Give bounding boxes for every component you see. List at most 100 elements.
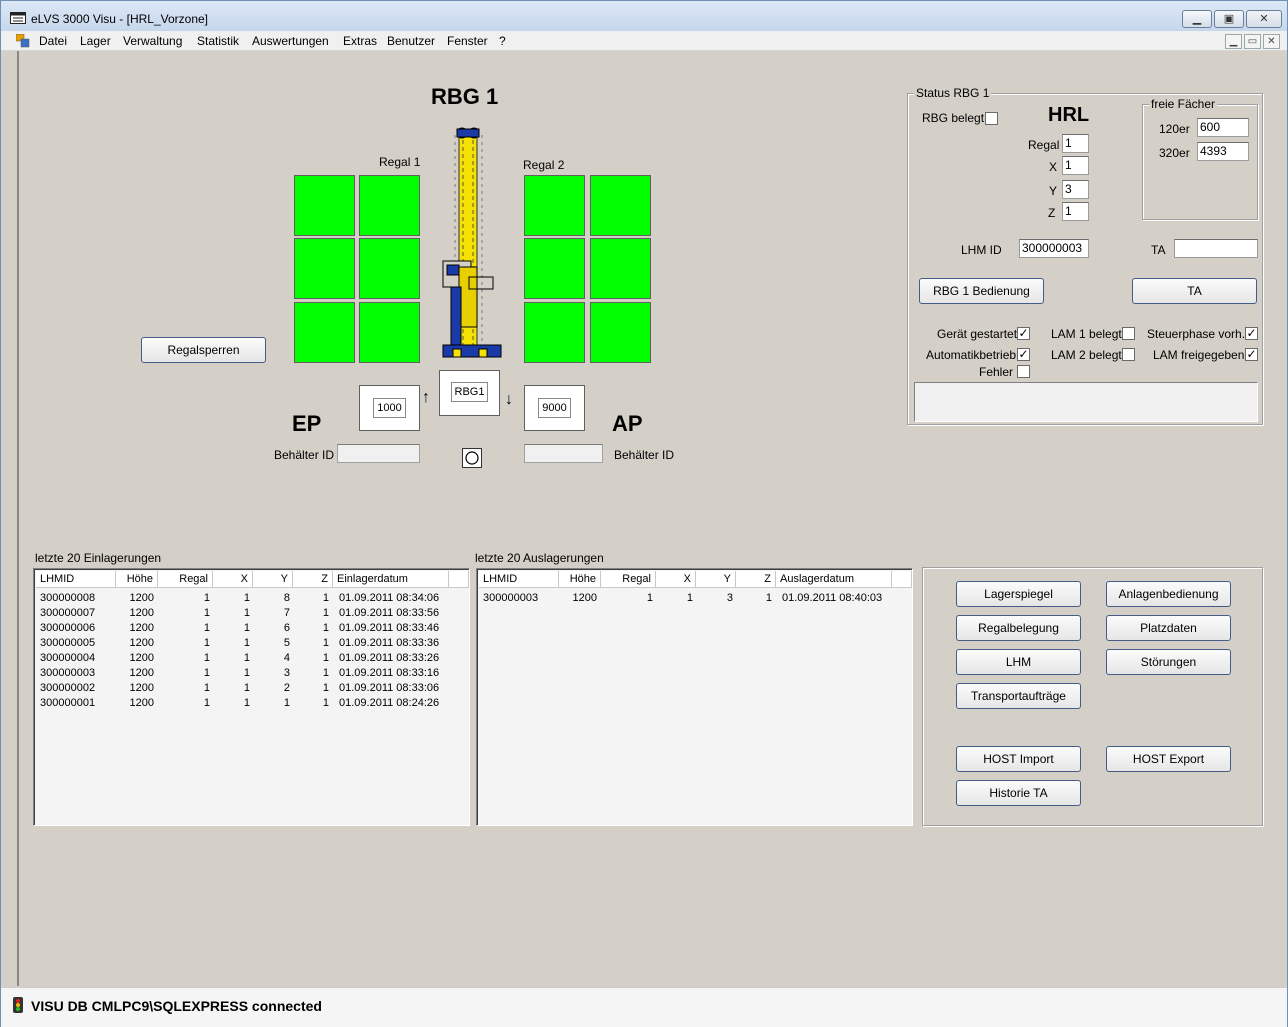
menu-datei[interactable]: Datei — [39, 34, 67, 48]
menu-lager[interactable]: Lager — [80, 34, 111, 48]
table-cell: 300000004 — [40, 652, 96, 664]
table-row[interactable]: 300000005 1200 1 1 5 1 01.09.2011 08:33:36 — [34, 636, 469, 651]
column-header[interactable]: Auslagerdatum — [776, 571, 892, 588]
table-row[interactable]: 300000001 1200 1 1 1 1 01.09.2011 08:24:26 — [34, 696, 469, 711]
menu-verwaltung[interactable]: Verwaltung — [123, 34, 182, 48]
maximize-button[interactable]: ▣ — [1214, 10, 1244, 28]
table-cell: 1200 — [129, 622, 154, 634]
column-header[interactable]: Regal — [601, 571, 656, 588]
column-header[interactable]: Y — [253, 571, 293, 588]
table-cell: 1 — [243, 697, 250, 709]
regal2-label: Regal 2 — [523, 158, 565, 172]
behaelter-id-left-field[interactable] — [337, 444, 420, 463]
fehler-checkbox[interactable] — [1017, 365, 1030, 378]
regal2-cell[interactable] — [524, 238, 585, 299]
table-row[interactable]: 300000002 1200 1 1 2 1 01.09.2011 08:33:06 — [34, 681, 469, 696]
regalbelegung-button[interactable]: Regalbelegung — [956, 615, 1081, 641]
lam1-checkbox[interactable] — [1122, 327, 1135, 340]
column-header[interactable]: X — [656, 571, 696, 588]
column-header[interactable]: Z — [293, 571, 333, 588]
column-header[interactable]: X — [213, 571, 253, 588]
mdi-close-button[interactable]: ✕ — [1263, 34, 1280, 49]
regal1-cell[interactable] — [294, 175, 355, 236]
regal2-cell[interactable] — [590, 175, 651, 236]
mdi-restore-button[interactable]: ▭ — [1244, 34, 1261, 49]
menu-help[interactable]: ? — [499, 34, 506, 48]
table-row[interactable]: 300000007 1200 1 1 7 1 01.09.2011 08:33:56 — [34, 606, 469, 621]
rbg-belegt-checkbox[interactable] — [985, 112, 998, 125]
regal1-cell[interactable] — [294, 238, 355, 299]
column-header[interactable]: LHMID — [36, 571, 116, 588]
table-row[interactable]: 300000004 1200 1 1 4 1 01.09.2011 08:33:26 — [34, 651, 469, 666]
column-header[interactable]: Höhe — [559, 571, 601, 588]
x-field[interactable]: 1 — [1062, 156, 1089, 175]
menu-auswertungen[interactable]: Auswertungen — [252, 34, 329, 48]
regal1-cell[interactable] — [359, 302, 420, 363]
table-cell: 1 — [203, 697, 210, 709]
table-cell: 4 — [283, 652, 290, 664]
steuerphase-checkbox[interactable]: ✓ — [1245, 327, 1258, 340]
lam2-checkbox[interactable] — [1122, 348, 1135, 361]
regal1-cell[interactable] — [359, 238, 420, 299]
status-indicator[interactable] — [462, 448, 482, 468]
lhm-id-field[interactable]: 300000003 — [1019, 239, 1089, 258]
column-header[interactable]: Höhe — [116, 571, 158, 588]
regal2-cell[interactable] — [524, 175, 585, 236]
column-header[interactable]: Einlagerdatum — [333, 571, 449, 588]
lam2-label: LAM 2 belegt — [1051, 348, 1122, 362]
hrl-title: HRL — [1048, 104, 1090, 126]
platzdaten-button[interactable]: Platzdaten — [1106, 615, 1231, 641]
minimize-button[interactable]: ▁ — [1182, 10, 1212, 28]
rbg-bedienung-button[interactable]: RBG 1 Bedienung — [919, 278, 1044, 304]
f320-field[interactable]: 4393 — [1197, 142, 1249, 161]
menu-extras[interactable]: Extras — [343, 34, 377, 48]
regal2-cell[interactable] — [524, 302, 585, 363]
geraet-gestartet-checkbox[interactable]: ✓ — [1017, 327, 1030, 340]
table-row[interactable]: 300000003 1200 1 1 3 1 01.09.2011 08:40:03 — [477, 591, 912, 606]
table-cell: 1 — [203, 652, 210, 664]
title-bar: eLVS 3000 Visu - [HRL_Vorzone] ▁ ▣ ✕ — [1, 1, 1287, 31]
close-window-button[interactable]: ✕ — [1246, 10, 1282, 28]
column-header[interactable]: Regal — [158, 571, 213, 588]
y-label: Y — [1049, 184, 1058, 198]
arrow-up-icon: ↑ — [422, 389, 430, 406]
app-icon — [10, 12, 26, 24]
column-header[interactable]: Z — [736, 571, 776, 588]
automatikbetrieb-checkbox[interactable]: ✓ — [1017, 348, 1030, 361]
regal1-cell[interactable] — [294, 302, 355, 363]
stoerungen-button[interactable]: Störungen — [1106, 649, 1231, 675]
regalsperren-button[interactable]: Regalsperren — [141, 337, 266, 363]
historie-ta-button[interactable]: Historie TA — [956, 780, 1081, 806]
table-row[interactable]: 300000006 1200 1 1 6 1 01.09.2011 08:33:46 — [34, 621, 469, 636]
regal1-cell[interactable] — [359, 175, 420, 236]
host-export-button[interactable]: HOST Export — [1106, 746, 1231, 772]
anlagenbedienung-button[interactable]: Anlagenbedienung — [1106, 581, 1231, 607]
y-field[interactable]: 3 — [1062, 180, 1089, 199]
einlagerungen-list[interactable]: LHMID Höhe Regal X Y Z Einlagerdatum 300… — [33, 568, 470, 826]
menu-benutzer[interactable]: Benutzer — [387, 34, 435, 48]
table-row[interactable]: 300000003 1200 1 1 3 1 01.09.2011 08:33:16 — [34, 666, 469, 681]
lam-freigegeben-checkbox[interactable]: ✓ — [1245, 348, 1258, 361]
column-header[interactable]: Y — [696, 571, 736, 588]
close-icon: ✕ — [1259, 13, 1269, 25]
mdi-child-icon[interactable] — [16, 34, 30, 48]
menu-fenster[interactable]: Fenster — [447, 34, 488, 48]
ta-button[interactable]: TA — [1132, 278, 1257, 304]
lagerspiegel-button[interactable]: Lagerspiegel — [956, 581, 1081, 607]
table-row[interactable]: 300000008 1200 1 1 8 1 01.09.2011 08:34:06 — [34, 591, 469, 606]
z-field[interactable]: 1 — [1062, 202, 1089, 221]
column-header[interactable]: LHMID — [479, 571, 559, 588]
behaelter-id-right-field[interactable] — [524, 444, 603, 463]
regal2-cell[interactable] — [590, 238, 651, 299]
regal-field[interactable]: 1 — [1062, 134, 1089, 153]
restore-icon: ▭ — [1247, 36, 1258, 47]
transportauftraege-button[interactable]: Transportaufträge — [956, 683, 1081, 709]
auslagerungen-list[interactable]: LHMID Höhe Regal X Y Z Auslagerdatum 300… — [476, 568, 913, 826]
host-import-button[interactable]: HOST Import — [956, 746, 1081, 772]
menu-statistik[interactable]: Statistik — [197, 34, 239, 48]
regal2-cell[interactable] — [590, 302, 651, 363]
lhm-button[interactable]: LHM — [956, 649, 1081, 675]
mdi-minimize-button[interactable]: ▁ — [1225, 34, 1242, 49]
ta-field[interactable] — [1174, 239, 1258, 258]
f120-field[interactable]: 600 — [1197, 118, 1249, 137]
